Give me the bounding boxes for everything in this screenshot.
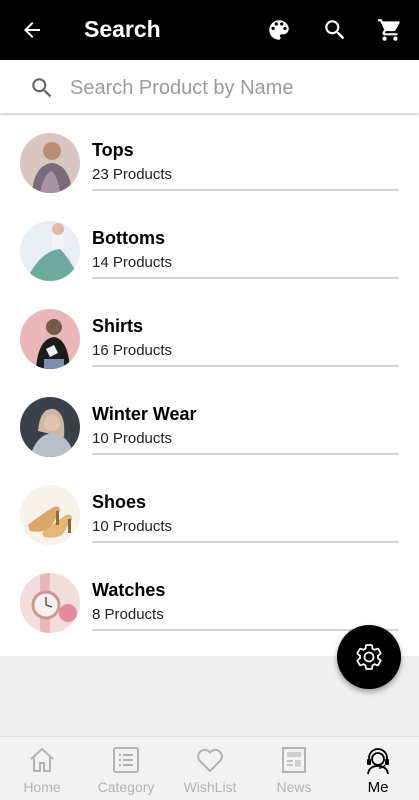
app-bar: Search (0, 0, 419, 60)
nav-item-news[interactable]: News (252, 737, 336, 800)
header-search-button[interactable] (318, 13, 352, 47)
category-count: 16 Products (92, 342, 173, 359)
divider (92, 277, 399, 279)
category-count: 10 Products (92, 518, 173, 535)
category-count: 23 Products (92, 166, 173, 183)
home-icon (30, 747, 54, 772)
nav-label: Home (23, 779, 61, 795)
category-name: Winter Wear (92, 404, 197, 424)
category-thumbnail (20, 309, 80, 369)
nav-label: News (276, 779, 312, 795)
arrow-left-icon (24, 22, 40, 38)
category-name: Bottoms (92, 228, 165, 248)
support-agent-icon (367, 748, 389, 775)
category-item-shoes[interactable]: Shoes 10 Products (0, 468, 419, 556)
category-list: Tops 23 Products Bottoms 14 Products Shi… (0, 116, 419, 656)
category-item-tops[interactable]: Tops 23 Products (0, 116, 419, 204)
category-name: Shoes (92, 492, 147, 512)
divider (92, 541, 399, 543)
gear-icon (356, 644, 382, 670)
settings-fab[interactable] (337, 625, 401, 689)
divider (92, 189, 399, 191)
nav-label: Category (97, 779, 155, 795)
category-item-bottoms[interactable]: Bottoms 14 Products (0, 204, 419, 292)
category-thumbnail (20, 133, 80, 193)
category-thumbnail (20, 485, 80, 545)
category-name: Shirts (92, 316, 144, 336)
heart-icon (197, 748, 223, 773)
list-icon (113, 747, 139, 773)
search-bar (0, 62, 419, 113)
cart-button[interactable] (373, 13, 407, 47)
cart-icon (378, 19, 400, 41)
category-name: Tops (92, 140, 134, 160)
divider (92, 453, 399, 455)
category-item-winter-wear[interactable]: Winter Wear 10 Products (0, 380, 419, 468)
nav-item-home[interactable]: Home (0, 737, 84, 800)
category-count: 14 Products (92, 254, 173, 271)
back-button[interactable] (16, 14, 48, 46)
category-thumbnail (20, 573, 80, 633)
category-name: Watches (92, 580, 166, 600)
bottom-navigation: Home Category WishList News Me (0, 736, 419, 800)
divider (92, 365, 399, 367)
search-input[interactable] (70, 72, 400, 104)
search-icon (325, 20, 345, 40)
search-icon (32, 78, 52, 98)
category-count: 8 Products (92, 606, 164, 623)
nav-item-me[interactable]: Me (336, 737, 419, 800)
category-count: 10 Products (92, 430, 173, 447)
nav-item-wishlist[interactable]: WishList (168, 737, 252, 800)
newspaper-icon (282, 747, 306, 773)
nav-item-category[interactable]: Category (84, 737, 168, 800)
palette-icon (269, 20, 289, 40)
nav-label: WishList (183, 779, 237, 795)
page-title: Search (84, 16, 161, 42)
nav-label: Me (367, 779, 389, 796)
palette-button[interactable] (262, 13, 296, 47)
category-item-shirts[interactable]: Shirts 16 Products (0, 292, 419, 380)
category-thumbnail (20, 221, 80, 281)
category-thumbnail (20, 397, 80, 457)
